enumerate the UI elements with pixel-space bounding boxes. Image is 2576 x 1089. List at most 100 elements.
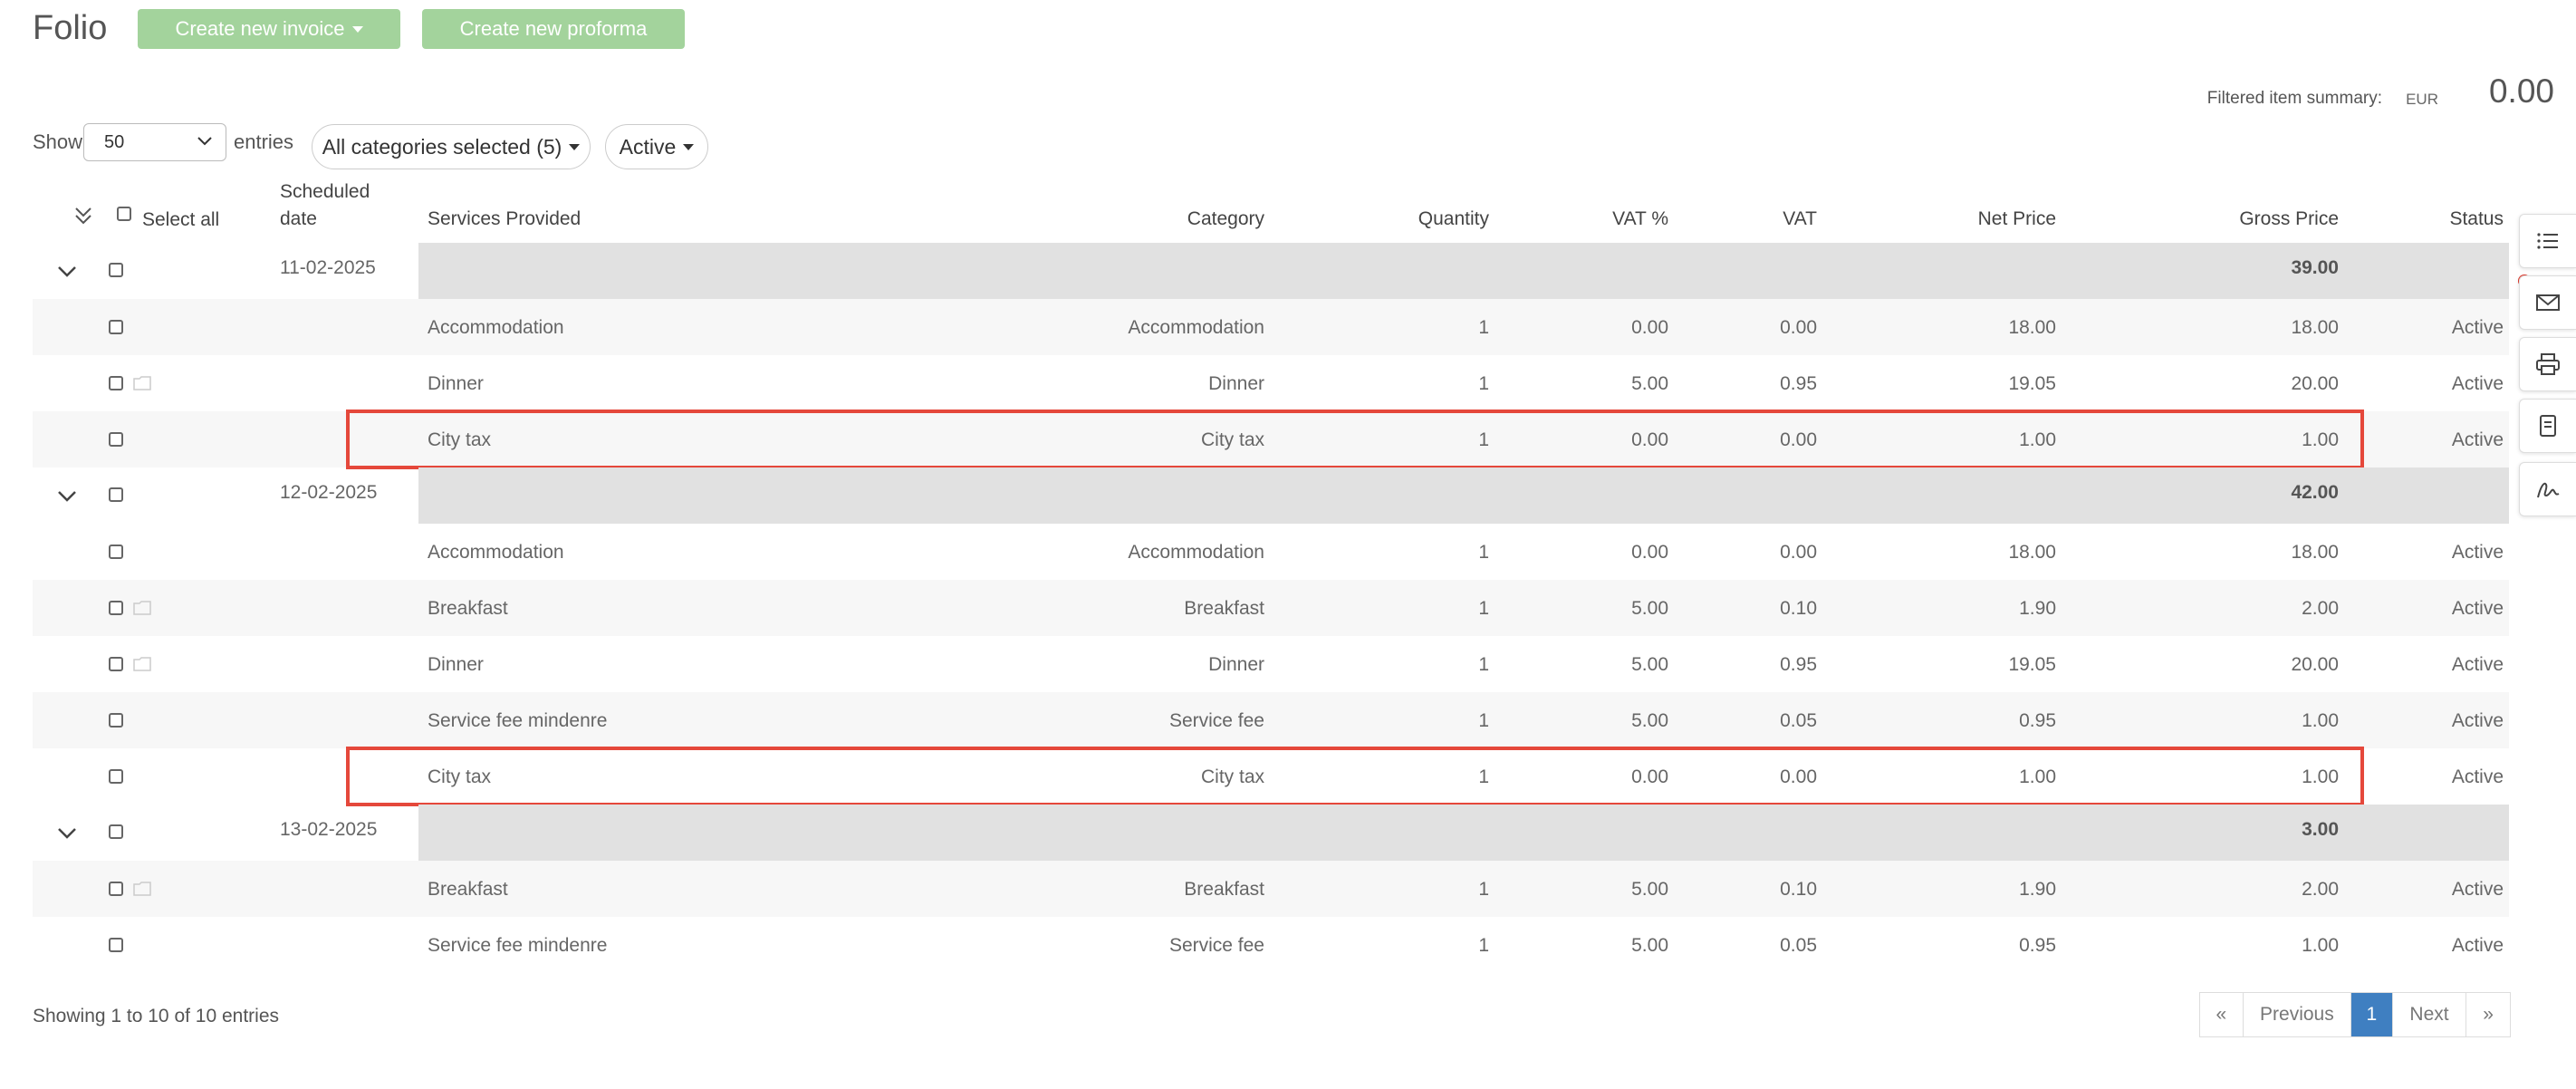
entries-select[interactable]: 50 — [83, 123, 226, 161]
vat-percent-cell: 5.00 — [1631, 879, 1668, 900]
net-price-cell: 1.90 — [2019, 598, 2056, 619]
row-checkbox[interactable] — [109, 713, 123, 728]
table-row: Dinner Dinner 1 5.00 0.95 19.05 20.00 Active — [33, 355, 2509, 411]
row-checkbox[interactable] — [109, 432, 123, 447]
pager-previous[interactable]: Previous — [2244, 993, 2352, 1036]
gross-price-cell: 2.00 — [2302, 879, 2339, 900]
status-cell: Active — [2451, 542, 2504, 563]
folder-icon — [133, 376, 151, 390]
group-checkbox[interactable] — [109, 487, 123, 502]
table-row: Accommodation Accommodation 1 0.00 0.00 18.00… — [33, 524, 2509, 580]
quantity-cell: 1 — [1478, 542, 1489, 563]
entries-label: entries — [234, 130, 294, 153]
printer-icon — [2536, 353, 2560, 375]
create-invoice-button[interactable]: Create new invoice — [138, 9, 400, 49]
header-services: Services Provided — [428, 208, 582, 229]
vat-percent-cell: 5.00 — [1631, 598, 1668, 619]
group-total: 42.00 — [2291, 482, 2339, 503]
category-cell: Service fee — [1168, 710, 1264, 731]
gross-price-cell: 1.00 — [2302, 710, 2339, 731]
row-checkbox[interactable] — [109, 320, 123, 334]
category-cell: Dinner — [1208, 654, 1264, 675]
status-cell: Active — [2451, 935, 2504, 956]
service-name: Breakfast — [428, 598, 508, 619]
pager-last[interactable]: » — [2466, 993, 2510, 1036]
gross-price-cell: 18.00 — [2291, 542, 2339, 563]
vat-cell: 0.95 — [1780, 373, 1817, 394]
summary-label: Filtered item summary: — [2206, 89, 2382, 108]
row-checkbox[interactable] — [109, 657, 123, 671]
header-scheduled: Scheduled — [280, 181, 370, 202]
category-cell: Accommodation — [1128, 317, 1264, 338]
vat-cell: 0.95 — [1780, 654, 1817, 675]
status-cell: Active — [2451, 317, 2504, 338]
net-price-cell: 0.95 — [2019, 935, 2056, 956]
row-checkbox[interactable] — [109, 938, 123, 952]
caret-down-icon — [683, 143, 695, 150]
status-cell: Active — [2451, 373, 2504, 394]
group-date: 13-02-2025 — [280, 819, 378, 840]
vat-percent-cell: 5.00 — [1631, 935, 1668, 956]
list-icon — [2537, 233, 2558, 249]
document-action-button[interactable] — [2519, 399, 2576, 453]
date-group-row: 12-02-2025 42.00 — [33, 467, 2509, 524]
pager-first[interactable]: « — [2200, 993, 2244, 1036]
signature-action-button[interactable] — [2519, 462, 2576, 516]
print-action-button[interactable] — [2519, 337, 2576, 391]
vat-cell: 0.05 — [1780, 710, 1817, 731]
collapse-chevron-icon[interactable] — [56, 826, 78, 841]
service-name: Dinner — [428, 373, 484, 394]
group-checkbox[interactable] — [109, 824, 123, 839]
showing-info: Showing 1 to 10 of 10 entries — [33, 1006, 280, 1026]
create-proforma-button[interactable]: Create new proforma — [422, 9, 685, 49]
row-checkbox[interactable] — [109, 769, 123, 784]
gross-price-cell: 20.00 — [2291, 373, 2339, 394]
vat-cell: 0.00 — [1780, 317, 1817, 338]
quantity-cell: 1 — [1478, 373, 1489, 394]
categories-filter[interactable]: All categories selected (5) — [312, 124, 591, 169]
status-cell: Active — [2451, 598, 2504, 619]
net-price-cell: 19.05 — [2008, 654, 2056, 675]
quantity-cell: 1 — [1478, 598, 1489, 619]
vat-cell: 0.05 — [1780, 935, 1817, 956]
vat-cell: 0.00 — [1780, 542, 1817, 563]
pager-current-page[interactable]: 1 — [2351, 993, 2393, 1036]
select-all-checkbox[interactable] — [117, 207, 131, 221]
entries-value: 50 — [104, 131, 125, 152]
folder-icon — [133, 882, 151, 896]
create-proforma-label: Create new proforma — [459, 17, 648, 40]
status-cell: Active — [2451, 879, 2504, 900]
create-invoice-label: Create new invoice — [175, 17, 345, 40]
gross-price-cell: 1.00 — [2302, 935, 2339, 956]
vat-percent-cell: 5.00 — [1631, 373, 1668, 394]
collapse-chevron-icon[interactable] — [56, 489, 78, 504]
status-filter[interactable]: Active — [605, 124, 708, 169]
category-cell: Dinner — [1208, 373, 1264, 394]
folder-icon — [133, 657, 151, 671]
page-title: Folio — [33, 9, 108, 47]
net-price-cell: 1.90 — [2019, 879, 2056, 900]
pager-next[interactable]: Next — [2393, 993, 2467, 1036]
caret-down-icon — [351, 25, 363, 33]
category-cell: Service fee — [1168, 935, 1264, 956]
list-action-button[interactable] — [2519, 214, 2576, 268]
service-name: Accommodation — [428, 317, 564, 338]
status-filter-label: Active — [619, 134, 677, 159]
header-vat: VAT — [1783, 208, 1817, 229]
header-quantity: Quantity — [1418, 208, 1489, 229]
group-total: 3.00 — [2302, 819, 2339, 840]
chevron-down-icon — [197, 137, 212, 146]
header-gross-price: Gross Price — [2239, 208, 2339, 229]
group-date: 12-02-2025 — [280, 482, 378, 503]
row-checkbox[interactable] — [109, 882, 123, 896]
group-checkbox[interactable] — [109, 263, 123, 277]
gross-price-cell: 2.00 — [2302, 598, 2339, 619]
quantity-cell: 1 — [1478, 710, 1489, 731]
row-checkbox[interactable] — [109, 601, 123, 615]
header-status: Status — [2449, 208, 2504, 229]
collapse-chevron-icon[interactable] — [56, 265, 78, 279]
expand-all-icon[interactable] — [72, 205, 94, 228]
row-checkbox[interactable] — [109, 376, 123, 390]
row-checkbox[interactable] — [109, 544, 123, 559]
mail-action-button[interactable] — [2519, 275, 2576, 330]
